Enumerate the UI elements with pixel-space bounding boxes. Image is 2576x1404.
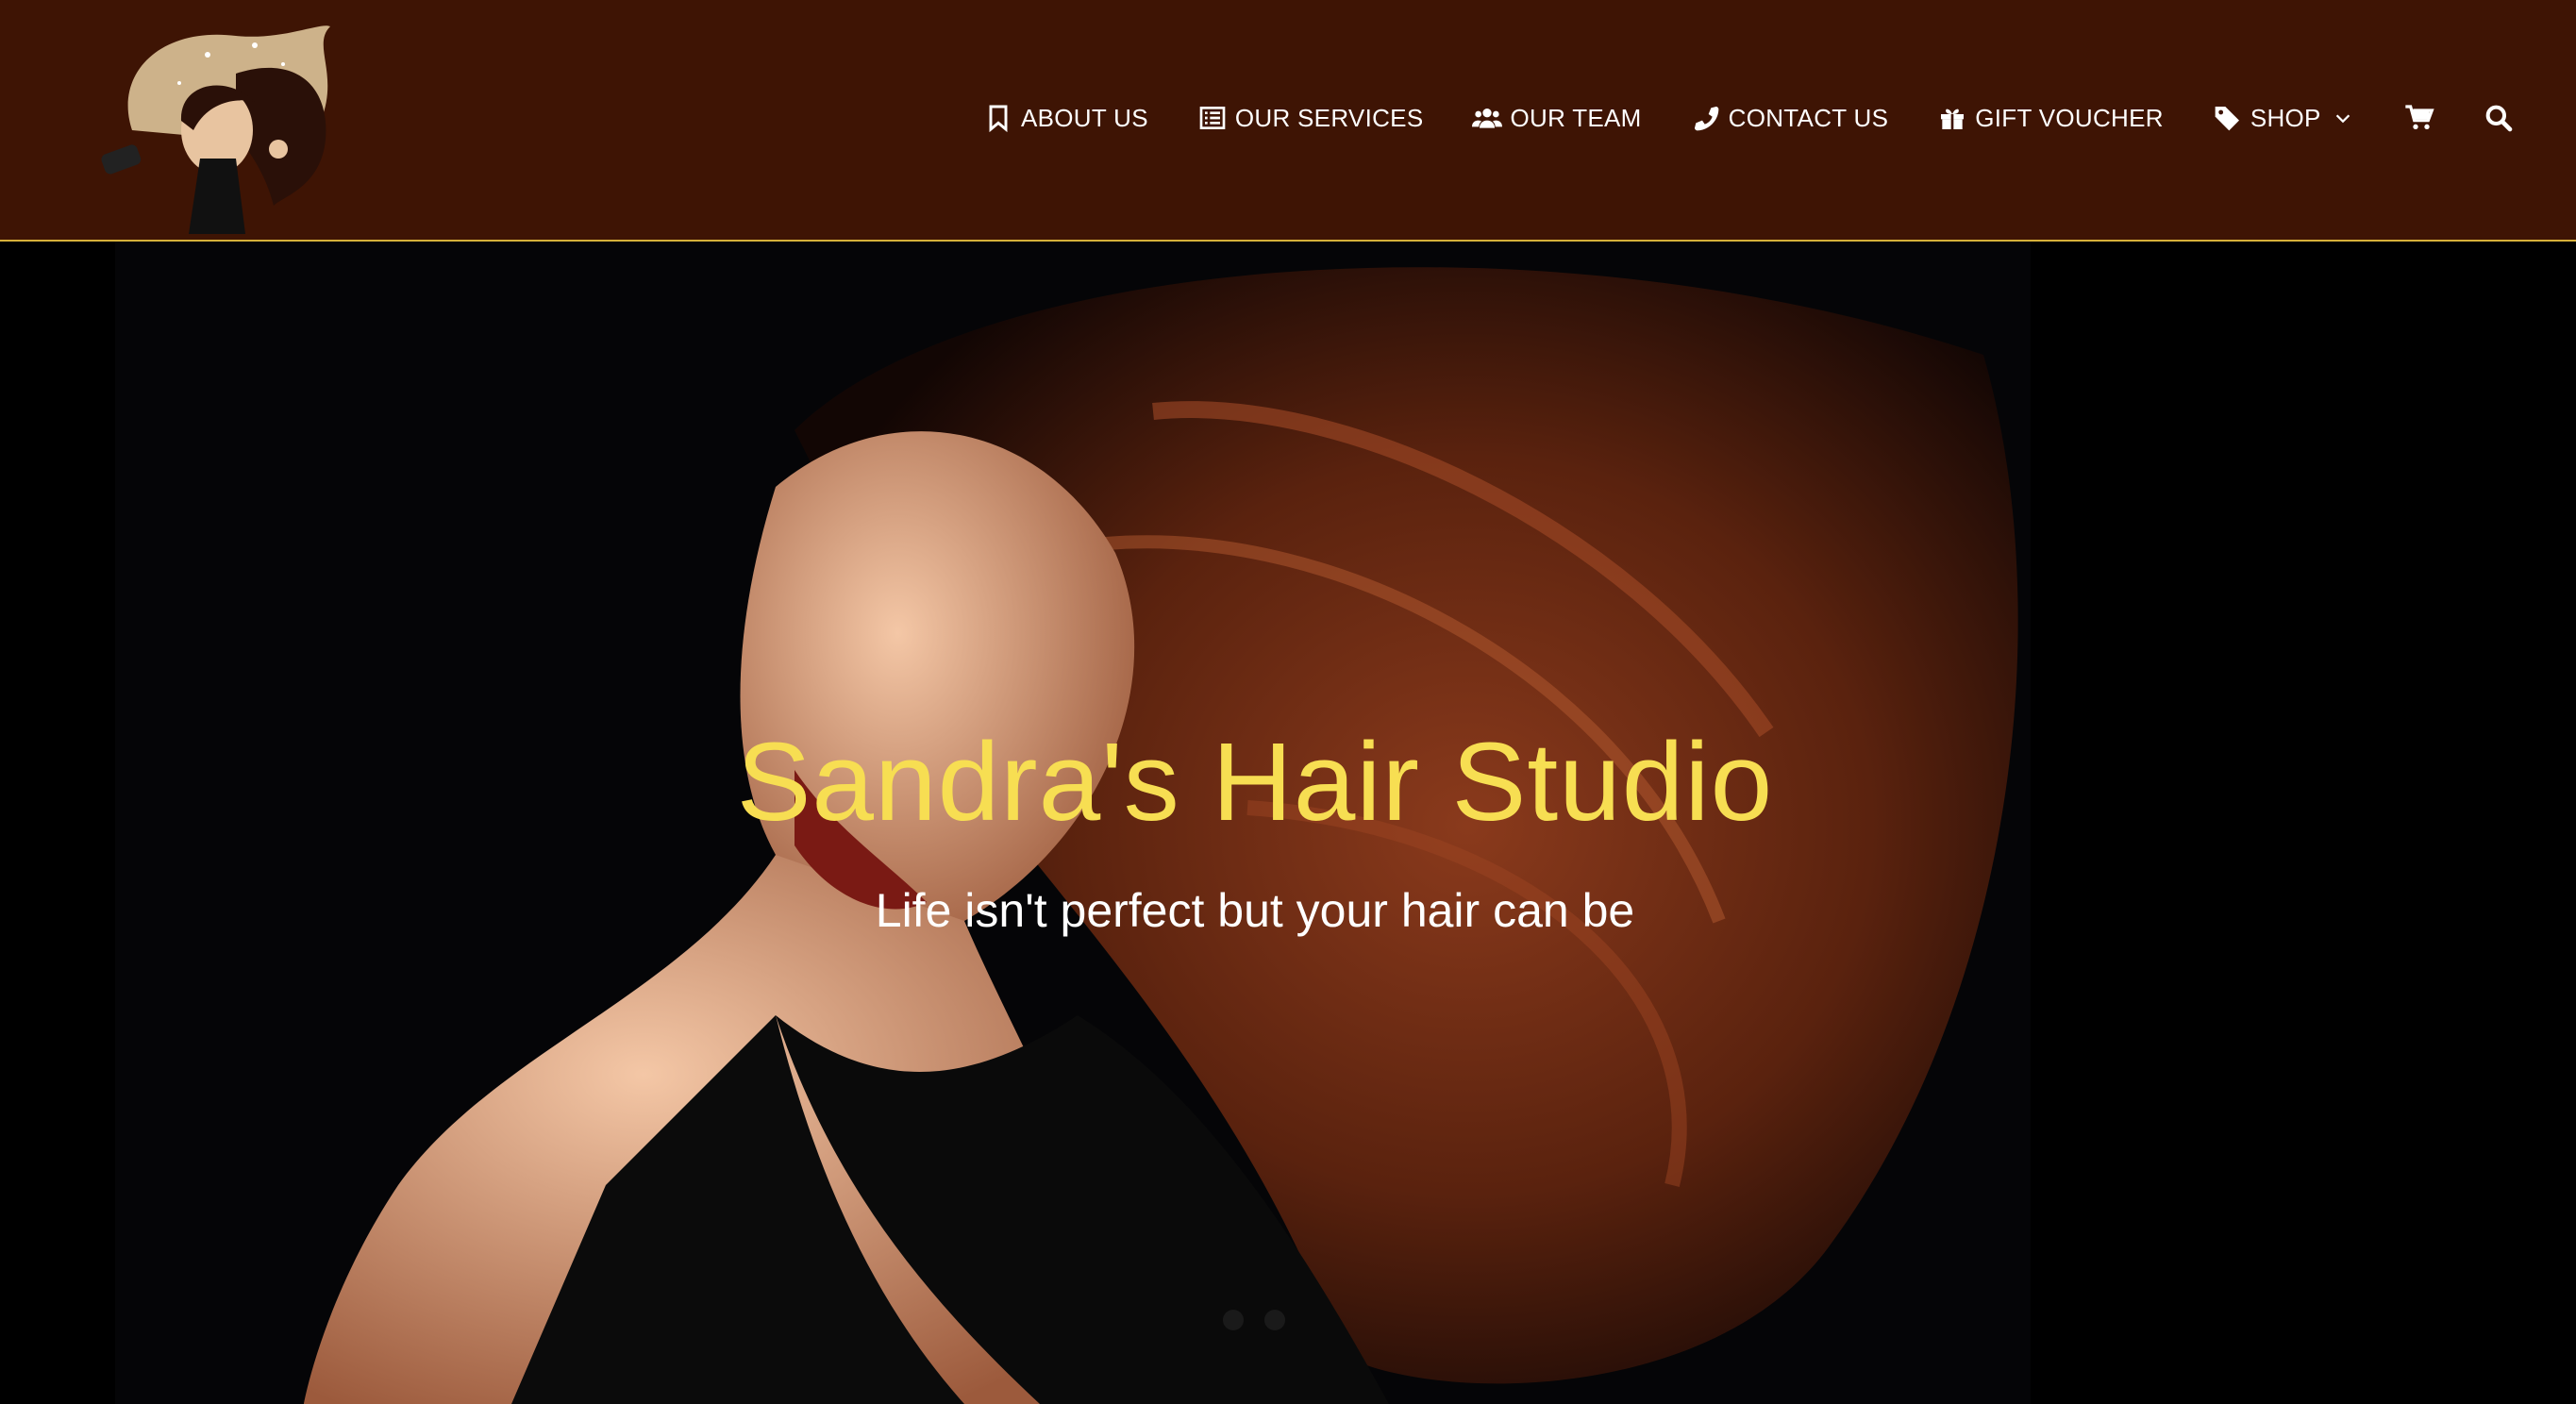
hero-title: Sandra's Hair Studio bbox=[736, 720, 1774, 844]
site-header: ABOUT US OUR SERVICES OUR TEAM CONTACT U… bbox=[0, 0, 2576, 242]
phone-icon bbox=[1689, 101, 1723, 135]
nav-label: OUR TEAM bbox=[1510, 103, 1642, 132]
nav-label: SHOP bbox=[2250, 103, 2321, 132]
nav-about-us[interactable]: ABOUT US bbox=[981, 101, 1148, 135]
nav-shop[interactable]: SHOP bbox=[2211, 101, 2353, 135]
nav-label: OUR SERVICES bbox=[1234, 103, 1424, 132]
hero-slider: Sandra's Hair Studio Life isn't perfect … bbox=[0, 242, 2576, 1404]
nav-label: ABOUT US bbox=[1021, 103, 1148, 132]
tags-icon bbox=[2211, 101, 2245, 135]
main-nav: ABOUT US OUR SERVICES OUR TEAM CONTACT U… bbox=[981, 96, 2559, 140]
nav-our-team[interactable]: OUR TEAM bbox=[1470, 101, 1641, 135]
cart-button[interactable] bbox=[2400, 99, 2438, 137]
search-icon bbox=[2485, 105, 2513, 132]
nav-our-services[interactable]: OUR SERVICES bbox=[1196, 101, 1424, 135]
chevron-down-icon bbox=[2333, 108, 2353, 128]
users-icon bbox=[1470, 101, 1504, 135]
nav-gift-voucher[interactable]: GIFT VOUCHER bbox=[1935, 101, 2164, 135]
slider-dot-1[interactable] bbox=[1223, 1310, 1244, 1330]
slider-dots bbox=[1223, 1310, 1306, 1330]
cart-icon bbox=[2405, 105, 2434, 129]
site-logo[interactable] bbox=[94, 17, 342, 234]
list-icon bbox=[1196, 101, 1229, 135]
gift-icon bbox=[1935, 101, 1969, 135]
nav-label: GIFT VOUCHER bbox=[1975, 103, 2164, 132]
search-button[interactable] bbox=[2480, 99, 2517, 137]
nav-label: CONTACT US bbox=[1728, 103, 1889, 132]
hero-subtitle: Life isn't perfect but your hair can be bbox=[875, 884, 1635, 937]
bookmark-icon bbox=[981, 101, 1015, 135]
slider-dot-2[interactable] bbox=[1264, 1310, 1285, 1330]
nav-contact-us[interactable]: CONTACT US bbox=[1689, 101, 1889, 135]
